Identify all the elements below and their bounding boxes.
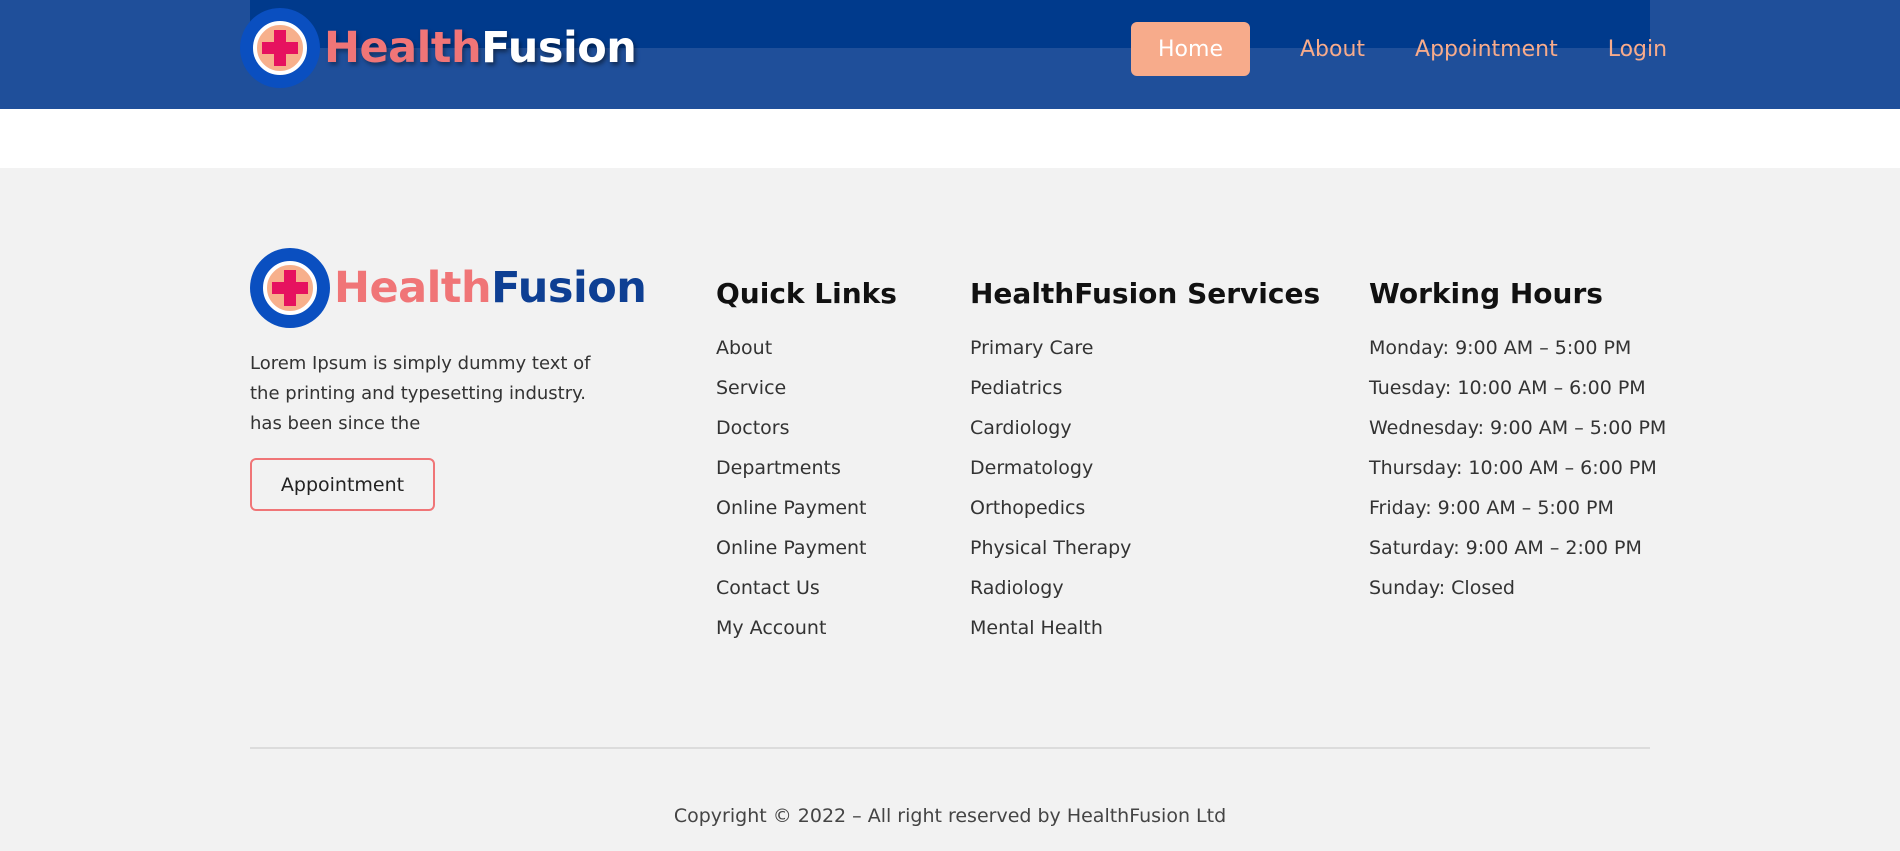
quick-links-title: Quick Links	[716, 277, 897, 310]
quick-link-online-payment[interactable]: Online Payment	[716, 528, 897, 568]
working-hours-column: Working Hours Monday: 9:00 AM – 5:00 PM …	[1369, 274, 1666, 608]
service-link-primary-care[interactable]: Primary Care	[970, 328, 1320, 368]
nav-home-button[interactable]: Home	[1131, 22, 1250, 76]
services-title: HealthFusion Services	[970, 277, 1321, 310]
quick-link-service[interactable]: Service	[716, 368, 897, 408]
footer-logo[interactable]: HealthFusion	[250, 248, 647, 328]
site-header: HealthFusion Home About Appointment Logi…	[0, 0, 1900, 109]
logo-text-health: Health	[324, 23, 482, 73]
quick-link-about[interactable]: About	[716, 328, 897, 368]
appointment-button[interactable]: Appointment	[250, 458, 435, 511]
hours-tuesday: Tuesday: 10:00 AM – 6:00 PM	[1369, 377, 1646, 399]
copyright-text: Copyright © 2022 – All right reserved by…	[673, 805, 1227, 827]
service-link-dermatology[interactable]: Dermatology	[970, 448, 1320, 488]
hours-sunday: Sunday: Closed	[1369, 577, 1515, 599]
logo-text-fusion: Fusion	[491, 263, 647, 313]
hours-wednesday: Wednesday: 9:00 AM – 5:00 PM	[1369, 417, 1667, 439]
quick-link-online-payment[interactable]: Online Payment	[716, 488, 897, 528]
hours-friday: Friday: 9:00 AM – 5:00 PM	[1369, 497, 1614, 519]
service-link-radiology[interactable]: Radiology	[970, 568, 1320, 608]
nav-link-appointment[interactable]: Appointment	[1415, 37, 1558, 62]
service-link-mental-health[interactable]: Mental Health	[970, 608, 1320, 648]
logo-wordmark: HealthFusion	[334, 263, 647, 313]
main-nav: Home About Appointment Login	[1131, 22, 1667, 76]
quick-link-departments[interactable]: Departments	[716, 448, 897, 488]
logo-wordmark: HealthFusion	[324, 23, 637, 73]
hours-monday: Monday: 9:00 AM – 5:00 PM	[1369, 337, 1632, 359]
description-line: Lorem Ipsum is simply dummy text of	[250, 353, 591, 374]
hours-saturday: Saturday: 9:00 AM – 2:00 PM	[1369, 537, 1642, 559]
quick-links-column: Quick Links About Service Doctors Depart…	[716, 274, 897, 648]
service-link-cardiology[interactable]: Cardiology	[970, 408, 1320, 448]
quick-link-my-account[interactable]: My Account	[716, 608, 897, 648]
service-link-physical-therapy[interactable]: Physical Therapy	[970, 528, 1320, 568]
medical-cross-icon	[250, 248, 330, 328]
footer-description: Lorem Ipsum is simply dummy text of the …	[250, 349, 610, 439]
service-link-orthopedics[interactable]: Orthopedics	[970, 488, 1320, 528]
footer-divider	[250, 747, 1650, 749]
quick-link-doctors[interactable]: Doctors	[716, 408, 897, 448]
description-line: has been since the	[250, 413, 421, 434]
medical-cross-icon	[240, 8, 320, 88]
logo-text-fusion: Fusion	[481, 23, 637, 73]
services-column: HealthFusion Services Primary Care Pedia…	[970, 274, 1320, 648]
nav-link-about[interactable]: About	[1300, 37, 1365, 62]
header-logo[interactable]: HealthFusion	[240, 8, 637, 88]
service-link-pediatrics[interactable]: Pediatrics	[970, 368, 1320, 408]
logo-text-health: Health	[334, 263, 492, 313]
hours-thursday: Thursday: 10:00 AM – 6:00 PM	[1369, 457, 1657, 479]
working-hours-title: Working Hours	[1369, 277, 1603, 310]
quick-link-contact-us[interactable]: Contact Us	[716, 568, 897, 608]
nav-link-login[interactable]: Login	[1608, 37, 1667, 62]
site-footer: HealthFusion Lorem Ipsum is simply dummy…	[0, 168, 1900, 851]
description-line: the printing and typesetting industry.	[250, 383, 586, 404]
